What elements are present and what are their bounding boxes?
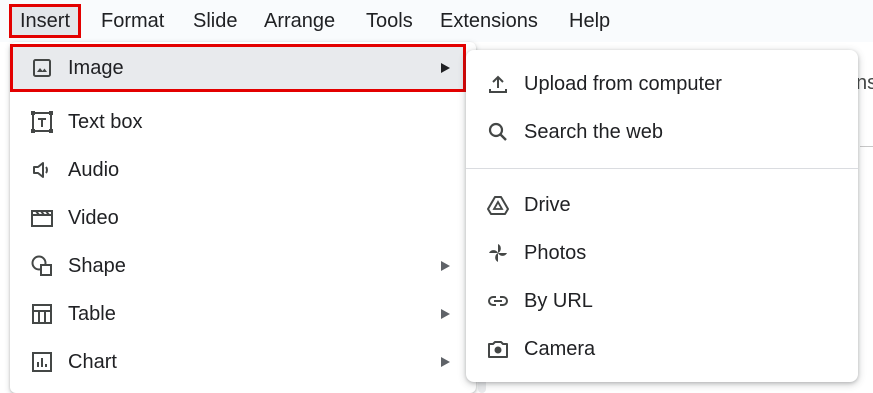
menu-help[interactable]: Help [561, 4, 618, 38]
submenu-item-label: By URL [524, 290, 593, 312]
submenu-arrow-icon [441, 309, 450, 319]
submenu-arrow-icon [441, 63, 450, 73]
audio-icon [30, 158, 54, 182]
submenu-item-label: Drive [524, 194, 571, 216]
submenu-item-label: Search the web [524, 121, 663, 143]
insert-menu: Image Text box Audio Video Shape Table C… [10, 42, 486, 393]
menu-arrange[interactable]: Arrange [256, 4, 343, 38]
upload-icon [486, 72, 510, 96]
menu-item-label: Video [68, 207, 119, 229]
menu-item-image[interactable]: Image [10, 44, 466, 92]
toolbar-partial-text: ns [856, 72, 873, 94]
submenu-item-label: Camera [524, 338, 596, 360]
photos-icon [486, 241, 510, 265]
submenu-arrow-icon [441, 261, 450, 271]
submenu-item-camera[interactable]: Camera [466, 325, 858, 373]
menu-tools[interactable]: Tools [358, 4, 421, 38]
submenu-item-upload[interactable]: Upload from computer [466, 60, 858, 108]
camera-icon [486, 337, 510, 361]
chart-icon [30, 350, 54, 374]
submenu-arrow-icon [441, 357, 450, 367]
menu-slide[interactable]: Slide [185, 4, 245, 38]
menu-extensions[interactable]: Extensions [432, 4, 546, 38]
ruler-line [860, 146, 873, 147]
menu-item-label: Image [68, 57, 124, 79]
menu-item-label: Text box [68, 111, 143, 133]
menu-item-video[interactable]: Video [10, 194, 466, 242]
menu-format[interactable]: Format [93, 4, 172, 38]
menu-item-text-box[interactable]: Text box [10, 98, 466, 146]
table-icon [30, 302, 54, 326]
menu-insert[interactable]: Insert [9, 4, 82, 38]
menu-item-table[interactable]: Table [10, 290, 466, 338]
submenu-item-label: Photos [524, 242, 587, 264]
image-icon [30, 56, 54, 80]
drive-icon [486, 193, 510, 217]
video-icon [30, 206, 54, 230]
menu-item-label: Table [68, 303, 116, 325]
submenu-divider [466, 168, 858, 169]
submenu-item-label: Upload from computer [524, 73, 722, 95]
submenu-item-drive[interactable]: Drive [466, 181, 858, 229]
menu-item-label: Chart [68, 351, 117, 373]
shape-icon [30, 254, 54, 278]
text-box-icon [30, 110, 54, 134]
link-icon [486, 289, 510, 313]
submenu-item-photos[interactable]: Photos [466, 229, 858, 277]
menu-item-shape[interactable]: Shape [10, 242, 466, 290]
menu-item-label: Audio [68, 159, 120, 181]
submenu-item-by-url[interactable]: By URL [466, 277, 858, 325]
image-submenu: Upload from computer Search the web Driv… [466, 50, 858, 382]
menu-bar: Insert Format Slide Arrange Tools Extens… [0, 0, 873, 42]
menu-item-chart[interactable]: Chart [10, 338, 466, 386]
menu-item-label: Shape [68, 255, 126, 277]
search-icon [486, 120, 510, 144]
menu-item-audio[interactable]: Audio [10, 146, 466, 194]
submenu-item-search-web[interactable]: Search the web [466, 108, 858, 156]
